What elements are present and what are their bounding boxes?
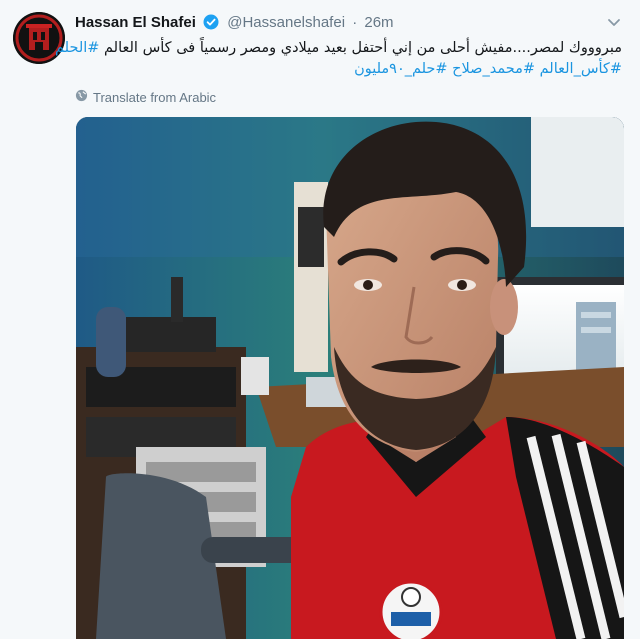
tweet-text: مبروووك لمصر....مفيش أحلى من إني أحتفل ب…: [55, 38, 622, 80]
globe-icon: [75, 89, 88, 105]
hashtag-link[interactable]: #حلم_٩٠مليون: [354, 61, 448, 77]
tweet-text-line-2: #كأس_العالم #محمد_صلاح #حلم_٩٠مليون: [75, 59, 622, 80]
hashtag-link[interactable]: #الحلم: [55, 40, 99, 56]
tweet-header: Hassan El Shafei @Hassanelshafei · 26m: [75, 14, 600, 36]
tweet-timestamp[interactable]: 26m: [364, 14, 393, 31]
separator-dot: ·: [352, 14, 358, 31]
hashtag-link[interactable]: #محمد_صلاح: [452, 61, 535, 77]
author-handle[interactable]: @Hassanelshafei: [227, 14, 345, 31]
hashtag-link[interactable]: #كأس_العالم: [540, 61, 622, 77]
translate-label: Translate from Arabic: [93, 89, 217, 105]
selfie-photo-illustration: [76, 117, 624, 639]
tweet-text-main: مبروووك لمصر....مفيش أحلى من إني أحتفل ب…: [104, 40, 622, 56]
chevron-down-icon[interactable]: [606, 14, 622, 30]
tweet-photo[interactable]: [76, 117, 624, 639]
tweet-card[interactable]: Hassan El Shafei @Hassanelshafei · 26m م…: [0, 0, 640, 639]
tweet-text-line-1: مبروووك لمصر....مفيش أحلى من إني أحتفل ب…: [55, 38, 622, 59]
translate-link[interactable]: Translate from Arabic: [75, 89, 216, 105]
verified-badge-icon: [203, 14, 219, 34]
author-name[interactable]: Hassan El Shafei: [75, 14, 196, 31]
